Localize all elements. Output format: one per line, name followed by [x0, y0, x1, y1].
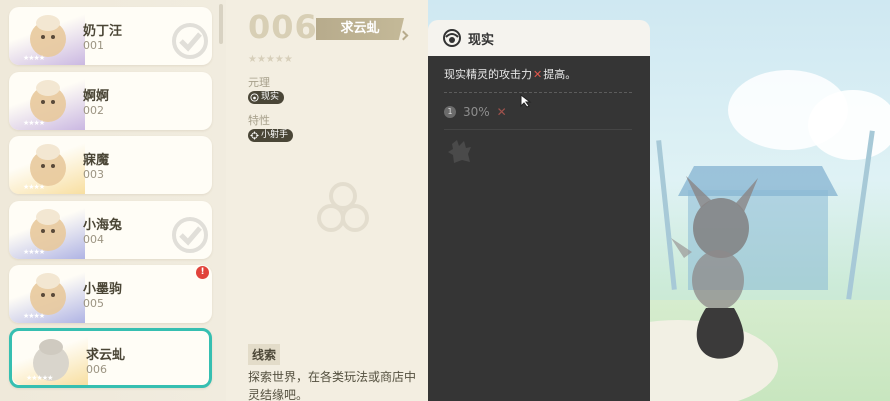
tag-fold-icon [398, 30, 409, 41]
spirit-number: 001 [83, 39, 104, 52]
spirit-name-tag: 求云虬 [316, 18, 404, 40]
tooltip-header: 现实 [428, 20, 650, 56]
list-scrollbar[interactable] [219, 4, 223, 44]
crosshair-icon [250, 131, 259, 140]
spirit-silhouette [671, 176, 758, 359]
spirit-detail-panel: 006 求云虬 ★★★★★ 元理 现实 特性 小射手 线索 探索世界，在各类玩法… [226, 0, 428, 401]
card-stars: ★★★★ [23, 312, 45, 320]
level-badge: 1 [444, 106, 456, 118]
card-stars: ★★★★ [23, 54, 45, 62]
divider [444, 129, 632, 130]
alert-badge-icon: ! [196, 266, 209, 279]
spirit-number: 005 [83, 297, 104, 310]
tooltip-description: 现实精灵的攻击力 ✕ 提高。 [444, 66, 576, 82]
card-stars: ★★★★ [23, 119, 45, 127]
rarity-stars: ★★★★★ [248, 54, 293, 65]
element-label: 元理 [248, 76, 270, 89]
clue-heading: 线索 [248, 344, 281, 365]
mouse-cursor-icon [520, 94, 532, 108]
trait-label: 特性 [248, 114, 270, 127]
spirit-card[interactable]: ★★★★ 婀婀 002 [9, 72, 212, 130]
bonus-value: 30% [463, 105, 490, 119]
spirit-card[interactable]: ★★★★ 寐魔 003 [9, 136, 212, 194]
trait-pill[interactable]: 小射手 [248, 129, 294, 142]
card-stars: ★★★★ [23, 183, 45, 191]
spirit-name: 寐魔 [83, 153, 110, 168]
card-stars: ★★★★ [23, 248, 45, 256]
reality-element-icon [250, 93, 259, 102]
collected-check-icon [172, 23, 208, 59]
collected-check-icon [172, 217, 208, 253]
spirit-number: 003 [83, 168, 104, 181]
spirit-name: 婀婀 [83, 89, 110, 104]
spirit-list: ★★★★ 奶丁汪 001 ★★★★ 婀婀 002 ★★★★ 寐魔 003 ★★★… [0, 0, 226, 401]
emblem-watermark-icon [317, 182, 369, 232]
spirit-number: 004 [83, 233, 104, 246]
spirit-card[interactable]: ★★★★ 小海兔 004 [9, 201, 212, 259]
card-stars: ★★★★★ [26, 374, 53, 382]
trait-value: 小射手 [261, 130, 289, 140]
element-value: 现实 [261, 92, 280, 102]
attack-icon: ✕ [533, 67, 543, 81]
spirit-name: 奶丁汪 [83, 24, 123, 39]
tooltip-body: 现实精灵的攻击力 ✕ 提高。 1 30% ✕ [428, 56, 650, 401]
spirit-number: 002 [83, 104, 104, 117]
spirit-card[interactable]: ★★★★ 奶丁汪 001 [9, 7, 212, 65]
spirit-name: 小海兔 [83, 218, 123, 233]
spirit-card[interactable]: ★★★★ 小墨驹 005 ! [9, 265, 212, 323]
spirit-card[interactable]: ★★★★★ 求云虬 006 [9, 328, 212, 388]
spirit-number: 006 [248, 8, 318, 46]
cloud [808, 90, 890, 160]
divider [444, 92, 632, 93]
reality-element-icon [443, 29, 461, 47]
spirit-number: 006 [86, 363, 107, 376]
spirit-name: 求云虬 [86, 348, 126, 363]
desc-text-after: 提高。 [543, 68, 577, 81]
element-pill[interactable]: 现实 [248, 91, 285, 104]
desc-text-before: 现实精灵的攻击力 [444, 68, 532, 81]
attack-icon: ✕ [496, 105, 507, 119]
spirit-name: 小墨驹 [83, 282, 123, 297]
locked-spirit-icon [448, 140, 471, 163]
level-row: 1 30% ✕ [444, 105, 507, 119]
tooltip-title: 现实 [468, 32, 495, 48]
